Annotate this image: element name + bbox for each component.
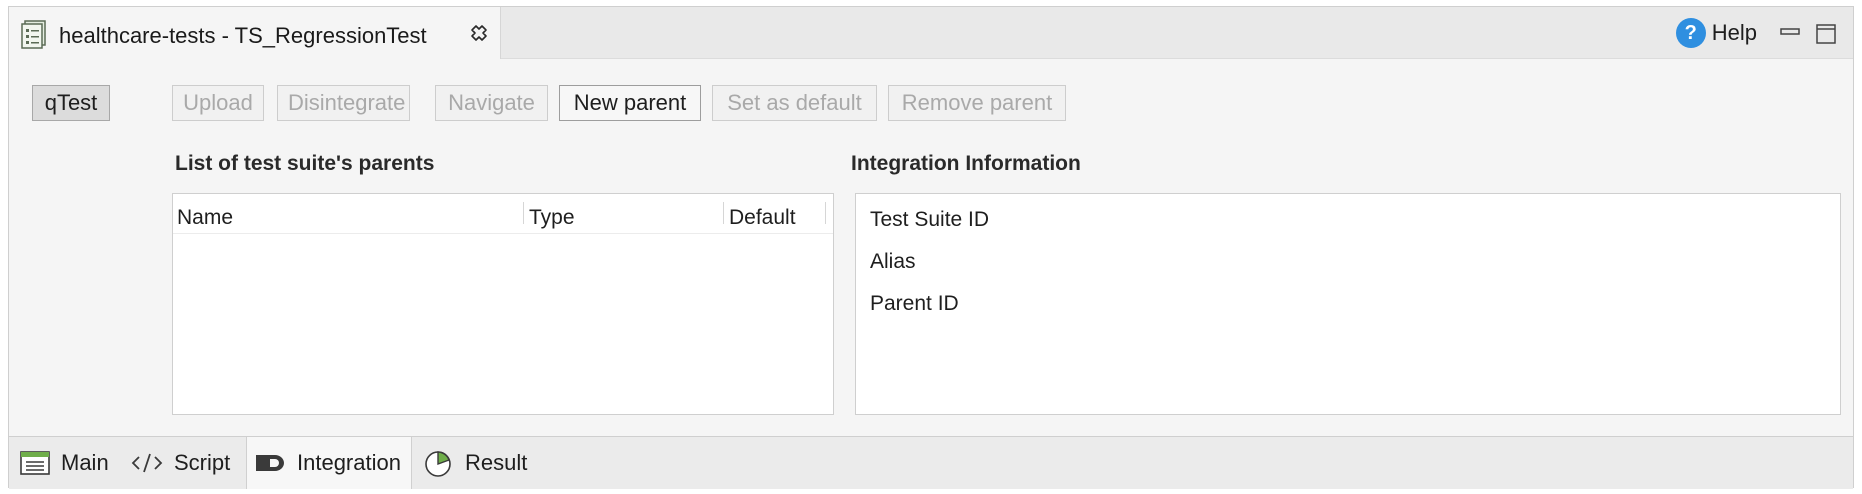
code-icon [131,453,163,473]
editor-title-bar: healthcare-tests - TS_RegressionTest ? H… [9,7,1853,59]
upload-button[interactable]: Upload [172,85,264,121]
tab-integration-label: Integration [297,450,401,475]
editor-frame: healthcare-tests - TS_RegressionTest ? H… [8,6,1854,489]
tab-integration[interactable]: Integration [246,437,412,489]
help-button[interactable]: ? Help [1675,17,1757,49]
test-suite-id-label: Test Suite ID [870,208,990,231]
parent-id-label: Parent ID [870,292,959,315]
help-icon: ? [1675,18,1706,48]
header-divider [173,233,833,234]
tab-main[interactable]: Main [19,437,109,489]
maximize-icon[interactable] [1815,23,1837,45]
column-divider[interactable] [825,202,826,224]
remove-parent-button[interactable]: Remove parent [888,85,1066,121]
column-divider[interactable] [723,202,724,224]
tab-main-label: Main [61,450,109,475]
integration-info-title: Integration Information [851,152,1081,175]
qtest-button[interactable]: qTest [32,85,110,121]
column-header-type[interactable]: Type [529,206,575,230]
editor-tab[interactable]: healthcare-tests - TS_RegressionTest [9,7,501,59]
disintegrate-button[interactable]: Disintegrate [277,85,410,121]
column-header-default[interactable]: Default [729,206,796,230]
editor-bottom-tabs: Main Script Integration Result [9,436,1853,489]
alias-label: Alias [870,250,916,273]
tab-script-label: Script [174,450,231,475]
test-suite-icon [19,19,49,49]
help-label: Help [1711,20,1757,45]
list-icon [20,451,50,475]
column-header-name[interactable]: Name [177,206,233,230]
tab-script[interactable]: Script [130,437,230,489]
column-divider[interactable] [523,202,524,224]
minimize-icon[interactable] [1779,23,1801,45]
integration-info-panel: Test Suite ID Alias Parent ID [855,193,1841,415]
navigate-button[interactable]: Navigate [435,85,548,121]
tab-result[interactable]: Result [423,437,527,489]
new-parent-button[interactable]: New parent [559,85,701,121]
close-icon[interactable] [467,23,491,47]
set-as-default-button[interactable]: Set as default [712,85,877,121]
editor-tab-title: healthcare-tests - TS_RegressionTest [59,23,427,48]
tab-result-label: Result [465,450,528,475]
parents-table[interactable]: Name Type Default [172,193,834,415]
parents-list-title: List of test suite's parents [175,152,435,175]
pie-chart-icon [425,451,451,477]
integration-icon [256,455,284,471]
